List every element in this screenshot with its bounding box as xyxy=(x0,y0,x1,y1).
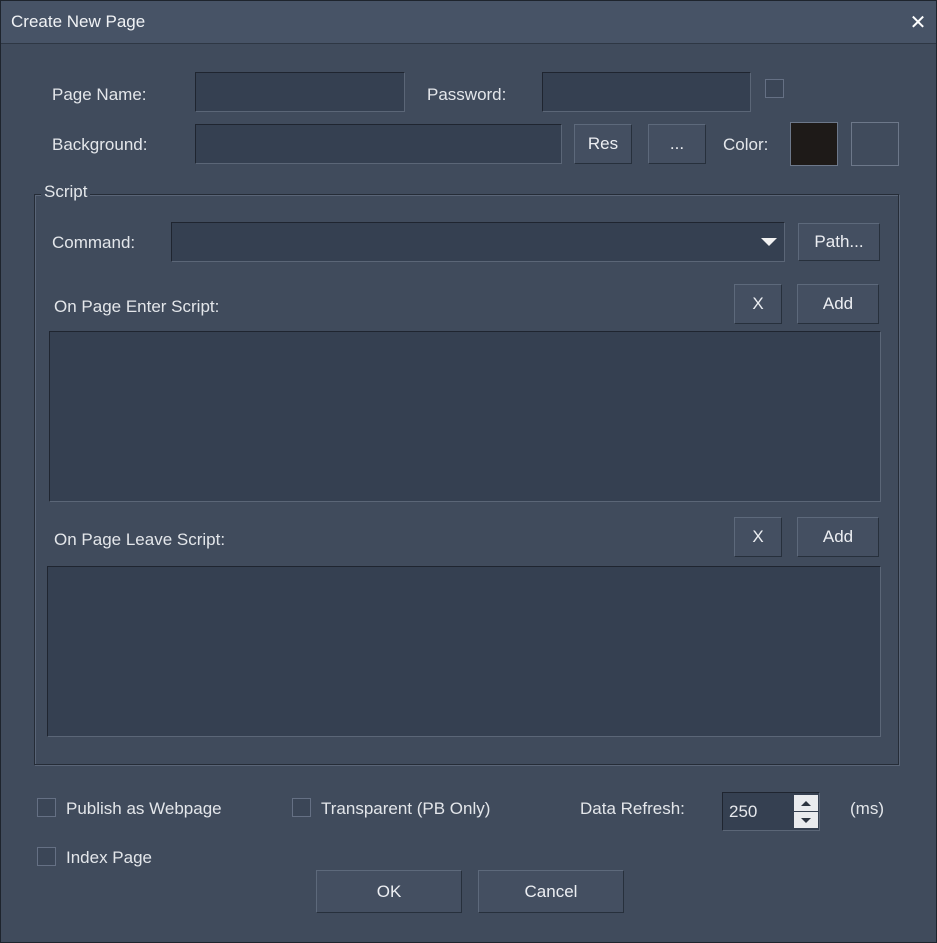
title-bar: Create New Page ✕ xyxy=(1,1,936,44)
index-page-label: Index Page xyxy=(66,848,153,867)
color-swatch-primary[interactable] xyxy=(790,122,838,166)
cancel-button[interactable]: Cancel xyxy=(478,870,624,913)
spin-down-icon[interactable] xyxy=(794,812,818,828)
password-label: Password: xyxy=(427,85,507,104)
password-checkbox[interactable] xyxy=(765,79,784,98)
leave-script-label: On Page Leave Script: xyxy=(54,530,226,549)
command-label: Command: xyxy=(52,233,136,252)
transparent-checkbox[interactable] xyxy=(292,798,311,817)
spin-up-icon[interactable] xyxy=(794,795,818,811)
enter-script-list[interactable] xyxy=(49,331,881,502)
leave-script-list[interactable] xyxy=(47,566,881,737)
path-button[interactable]: Path... xyxy=(798,223,880,261)
script-group-label: Script xyxy=(41,182,91,202)
background-input[interactable] xyxy=(196,125,561,163)
publish-webpage-checkbox[interactable] xyxy=(37,798,56,817)
transparent-label: Transparent (PB Only) xyxy=(321,799,491,818)
res-button[interactable]: Res xyxy=(574,124,632,164)
color-label: Color: xyxy=(723,135,769,154)
enter-remove-button[interactable]: X xyxy=(734,284,782,324)
enter-script-label: On Page Enter Script: xyxy=(54,297,220,316)
background-label: Background: xyxy=(52,135,148,154)
index-page-checkbox[interactable] xyxy=(37,847,56,866)
page-name-label: Page Name: xyxy=(52,85,147,104)
refresh-unit-label: (ms) xyxy=(850,799,884,818)
password-input[interactable] xyxy=(543,73,750,111)
data-refresh-label: Data Refresh: xyxy=(580,799,685,818)
password-field[interactable] xyxy=(542,72,751,112)
command-combobox[interactable] xyxy=(171,222,785,262)
close-icon[interactable]: ✕ xyxy=(908,13,928,33)
dialog-title: Create New Page xyxy=(11,12,146,31)
color-swatch-secondary[interactable] xyxy=(851,122,899,166)
browse-button[interactable]: ... xyxy=(648,124,706,164)
create-new-page-dialog: Create New Page ✕ Page Name: Password: B… xyxy=(0,0,937,943)
publish-webpage-label: Publish as Webpage xyxy=(66,799,222,818)
background-field[interactable] xyxy=(195,124,562,164)
ok-button[interactable]: OK xyxy=(316,870,462,913)
enter-add-button[interactable]: Add xyxy=(797,284,879,324)
command-input[interactable] xyxy=(172,223,784,261)
chevron-down-icon[interactable] xyxy=(754,223,784,261)
leave-remove-button[interactable]: X xyxy=(734,517,782,557)
refresh-spinner[interactable] xyxy=(794,795,818,828)
page-name-input[interactable] xyxy=(196,73,404,111)
leave-add-button[interactable]: Add xyxy=(797,517,879,557)
page-name-field[interactable] xyxy=(195,72,405,112)
